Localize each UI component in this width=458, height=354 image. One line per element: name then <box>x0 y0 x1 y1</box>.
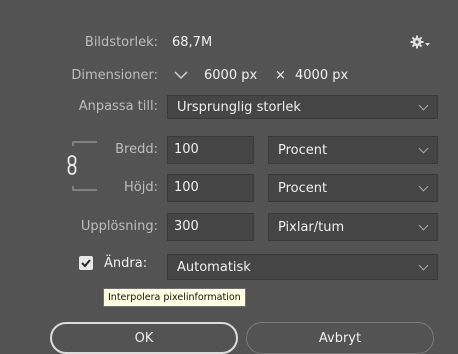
fit-to-selected: Ursprunglig storlek <box>177 99 301 115</box>
resample-label: Ändra: <box>104 256 148 271</box>
resolution-label: Upplösning: <box>80 219 158 234</box>
height-unit-selected: Procent <box>278 180 328 196</box>
height-unit-dropdown[interactable]: Procent <box>268 174 438 202</box>
tooltip: Interpolera pixelinformation <box>103 288 246 307</box>
resolution-input[interactable]: 300 <box>167 213 254 241</box>
resample-dropdown[interactable]: Automatisk <box>167 254 438 280</box>
chain-link-icon[interactable] <box>65 154 81 176</box>
resolution-unit-selected: Pixlar/tum <box>278 219 345 235</box>
dimension-height-value: 4000 px <box>295 68 349 83</box>
width-unit-selected: Procent <box>278 142 328 158</box>
height-label: Höjd: <box>124 180 158 195</box>
fit-to-label: Anpassa till: <box>78 99 158 114</box>
width-unit-dropdown[interactable]: Procent <box>268 136 438 164</box>
cancel-button[interactable]: Avbryt <box>246 322 434 354</box>
dimension-width-value: 6000 px <box>204 68 258 83</box>
fit-to-dropdown[interactable]: Ursprunglig storlek <box>167 95 438 119</box>
width-input[interactable]: 100 <box>167 136 254 164</box>
image-size-label: Bildstorlek: <box>84 35 158 50</box>
chevron-down-icon[interactable] <box>172 66 190 84</box>
chevron-down-icon <box>418 181 429 191</box>
image-size-value: 68,7M <box>172 35 213 50</box>
chevron-down-icon <box>418 220 429 230</box>
chevron-down-icon <box>418 100 429 110</box>
width-label: Bredd: <box>115 142 158 157</box>
chevron-down-icon <box>418 260 429 270</box>
resample-selected: Automatisk <box>177 259 251 275</box>
height-input[interactable]: 100 <box>167 174 254 202</box>
ok-button[interactable]: OK <box>50 322 238 354</box>
resample-checkbox[interactable] <box>79 256 93 270</box>
checkmark-icon <box>81 259 91 268</box>
gear-icon[interactable] <box>409 33 431 51</box>
chevron-down-icon <box>418 143 429 153</box>
resolution-unit-dropdown[interactable]: Pixlar/tum <box>268 213 438 241</box>
dimension-separator: × <box>275 68 286 83</box>
dimensions-label: Dimensioner: <box>71 68 158 83</box>
